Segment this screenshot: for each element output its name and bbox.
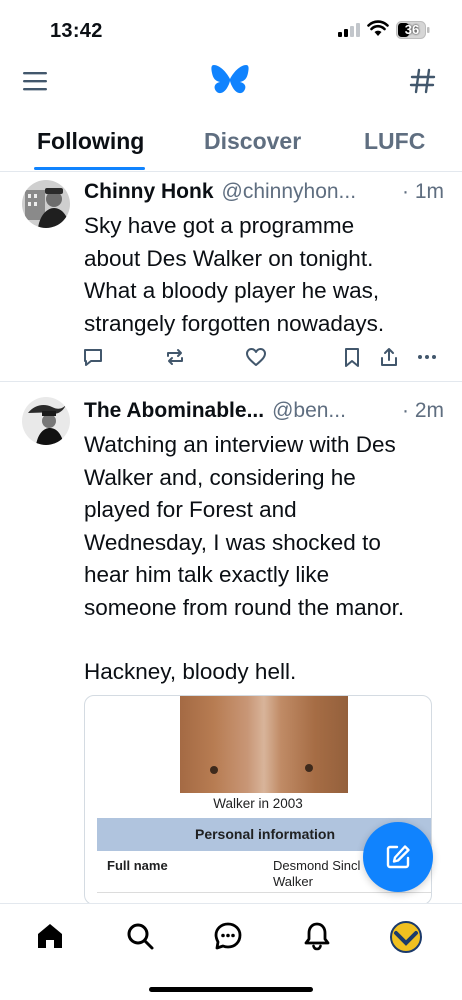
like-icon[interactable] — [245, 346, 267, 368]
post-text-line: played for Forest and — [84, 497, 297, 522]
post-text-line: strangely forgotten nowadays. — [84, 310, 385, 336]
post-actions — [82, 346, 442, 370]
repost-icon[interactable] — [164, 346, 186, 368]
home-icon[interactable] — [35, 921, 65, 951]
post-text-line: about Des Walker on tonight. — [84, 245, 374, 271]
post-item[interactable]: Chinny Honk @chinnyhon... · 1m Sky have … — [0, 172, 462, 382]
search-icon[interactable] — [125, 921, 155, 951]
more-icon[interactable] — [416, 346, 438, 368]
tab-discover[interactable]: Discover — [204, 128, 301, 155]
avatar[interactable] — [22, 397, 70, 445]
handle[interactable]: @chinnyhon... — [222, 180, 357, 204]
tab-lufc[interactable]: LUFC — [364, 128, 425, 155]
avatar[interactable] — [22, 180, 70, 228]
post-time: · 2m — [401, 399, 444, 422]
status-bar: 13:42 36 — [0, 0, 462, 58]
share-icon[interactable] — [378, 346, 400, 368]
post-time-value: 2m — [414, 399, 444, 422]
display-name[interactable]: Chinny Honk — [84, 180, 214, 204]
post-text-line: hear him talk exactly like — [84, 562, 330, 587]
bottom-nav — [0, 903, 462, 1000]
battery-level: 36 — [404, 22, 420, 37]
post-header: The Abominable... @ben... · 2m — [84, 395, 444, 427]
post-header: Chinny Honk @chinnyhon... · 1m — [84, 176, 444, 208]
tab-following[interactable]: Following — [37, 128, 144, 155]
post-text: Sky have got a programme about Des Walke… — [84, 210, 448, 340]
cellular-signal-icon — [338, 23, 360, 37]
post-time-value: 1m — [414, 180, 444, 203]
post-text-line: Walker and, considering he — [84, 464, 356, 490]
display-name[interactable]: The Abominable... — [84, 399, 264, 423]
post-text-line: Hackney, bloody hell. — [84, 659, 297, 684]
infobox-label: Full name — [107, 858, 168, 873]
wifi-icon — [367, 20, 389, 36]
chat-icon[interactable] — [213, 921, 243, 951]
hashtag-icon[interactable] — [409, 67, 437, 95]
top-bar — [0, 58, 462, 110]
post-text-line: someone from round the manor. — [84, 594, 405, 620]
infobox-divider — [97, 892, 431, 893]
compose-button[interactable] — [363, 822, 433, 892]
post-text-line: What a bloody player he was, — [84, 278, 380, 303]
post-text: Watching an interview with Des Walker an… — [84, 429, 448, 689]
handle[interactable]: @ben... — [272, 399, 346, 423]
butterfly-logo-icon[interactable] — [211, 64, 249, 98]
post-text-line: Watching an interview with Des — [84, 432, 396, 457]
post-text-line: Sky have got a programme — [84, 213, 355, 238]
profile-avatar[interactable] — [390, 921, 422, 953]
post-time: · 1m — [401, 180, 444, 203]
post-text-line: Wednesday, I was shocked to — [84, 529, 381, 555]
home-indicator — [149, 987, 313, 992]
reply-icon[interactable] — [82, 346, 104, 368]
notifications-icon[interactable] — [302, 921, 332, 951]
active-tab-indicator — [34, 167, 145, 170]
bookmark-icon[interactable] — [341, 346, 363, 368]
menu-icon[interactable] — [22, 69, 48, 93]
compose-icon — [386, 845, 410, 869]
embedded-photo — [180, 696, 348, 793]
photo-caption: Walker in 2003 — [213, 796, 303, 811]
status-time: 13:42 — [50, 20, 103, 42]
feed-tabs: Following Discover LUFC — [0, 110, 462, 172]
